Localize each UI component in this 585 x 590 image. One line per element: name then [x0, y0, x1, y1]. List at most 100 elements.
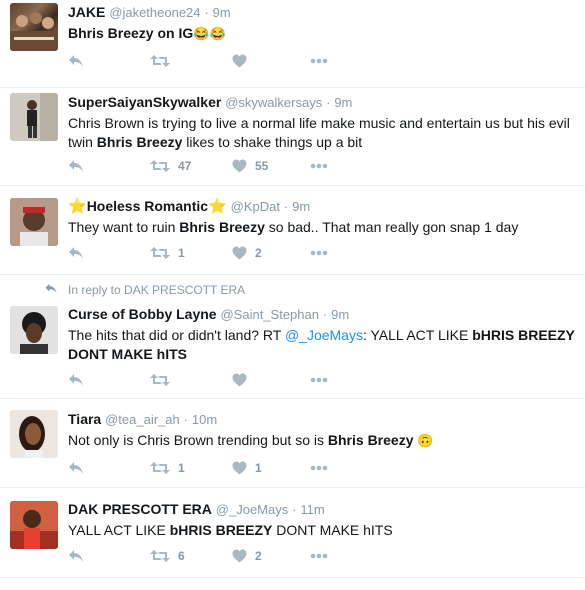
timestamp[interactable]: 9m: [213, 5, 231, 20]
timestamp[interactable]: 9m: [292, 199, 310, 214]
display-name[interactable]: SuperSaiyanSkywalker: [68, 94, 221, 110]
user-handle[interactable]: @skywalkersays: [225, 95, 322, 110]
emoji-text: 🙃: [417, 433, 434, 448]
heart-icon: [232, 54, 247, 68]
heart-icon: [232, 159, 247, 173]
reply-button[interactable]: [68, 52, 92, 70]
like-button[interactable]: 2: [232, 547, 262, 565]
retweet-icon: [150, 549, 170, 563]
tweet-text: YALL ACT LIKE bHRIS BREEZY DONT MAKE hIT…: [68, 521, 575, 540]
tweet[interactable]: ⭐Hoeless Romantic⭐ @KpDat · 9m They want…: [0, 186, 585, 275]
trend-highlight: Bhris Breezy: [327, 432, 414, 448]
user-handle[interactable]: @jaketheone24: [109, 5, 200, 20]
like-button[interactable]: 1: [232, 459, 262, 477]
tweet-feed: JAKE @jaketheone24 · 9m Bhris Breezy on …: [0, 0, 585, 590]
timestamp[interactable]: 9m: [331, 307, 349, 322]
retweet-button[interactable]: 47: [150, 157, 191, 175]
tweet-text-segment: Not only is Chris Brown trending but so …: [68, 432, 328, 448]
tweet-header: Tiara @tea_air_ah · 10m: [68, 410, 575, 429]
retweet-icon: [150, 159, 170, 173]
timestamp[interactable]: 11m: [300, 502, 324, 517]
tweet-text: Not only is Chris Brown trending but so …: [68, 431, 575, 450]
more-button[interactable]: [310, 157, 328, 175]
avatar[interactable]: [10, 306, 58, 354]
more-button[interactable]: [310, 244, 328, 262]
retweet-count: 47: [178, 159, 192, 173]
user-handle[interactable]: @Saint_Stephan: [220, 307, 319, 322]
timestamp[interactable]: 9m: [334, 95, 352, 110]
tweet-text: The hits that did or didn't land? RT @_J…: [68, 326, 575, 364]
retweet-button[interactable]: 6: [150, 547, 185, 565]
star-icon: ⭐: [208, 198, 227, 215]
display-name[interactable]: DAK PRESCOTT ERA: [68, 501, 212, 517]
tweet[interactable]: Tiara @tea_air_ah · 10m Not only is Chri…: [0, 399, 585, 488]
avatar[interactable]: [10, 501, 58, 549]
more-icon: [310, 163, 328, 169]
like-button[interactable]: [232, 52, 255, 70]
avatar[interactable]: [10, 3, 58, 51]
emoji-text: 😂😂: [193, 26, 226, 41]
retweet-icon: [150, 461, 170, 475]
tweet-text-segment: likes to shake things up a bit: [182, 134, 363, 150]
avatar[interactable]: [10, 93, 58, 141]
retweet-count: 6: [178, 549, 185, 563]
tweet[interactable]: DAK PRESCOTT ERA @_JoeMays · 11m YALL AC…: [0, 488, 585, 578]
mention-link[interactable]: @_JoeMays: [285, 327, 363, 343]
tweet-text-segment: The hits that did or didn't land? RT: [68, 327, 285, 343]
reply-button[interactable]: [68, 244, 92, 262]
like-button[interactable]: 2: [232, 244, 262, 262]
separator: ·: [204, 5, 209, 20]
reply-button[interactable]: [68, 459, 92, 477]
retweet-button[interactable]: [150, 52, 178, 70]
retweet-count: 1: [178, 246, 185, 260]
avatar[interactable]: [10, 198, 58, 246]
heart-icon: [232, 549, 247, 563]
display-name[interactable]: Curse of Bobby Layne: [68, 306, 217, 322]
retweet-icon: [150, 54, 170, 68]
user-handle[interactable]: @KpDat: [231, 199, 280, 214]
like-button[interactable]: [232, 371, 255, 389]
tweet-text: Chris Brown is trying to live a normal l…: [68, 114, 575, 152]
more-button[interactable]: [310, 459, 328, 477]
trend-highlight: Bhris Breezy: [68, 25, 154, 41]
reply-button[interactable]: [68, 157, 92, 175]
retweet-button[interactable]: 1: [150, 459, 185, 477]
trend-highlight: bHRIS BREEZY: [169, 522, 273, 538]
separator: ·: [292, 502, 297, 517]
like-button[interactable]: 55: [232, 157, 268, 175]
retweet-button[interactable]: [150, 371, 178, 389]
separator: ·: [283, 199, 289, 214]
timestamp[interactable]: 10m: [192, 412, 217, 427]
tweet-text-segment: They want to ruin: [68, 219, 180, 235]
like-count: 55: [255, 159, 269, 173]
user-handle[interactable]: @_JoeMays: [216, 502, 288, 517]
tweet-text-segment: DONT MAKE hITS: [68, 346, 187, 362]
retweet-count: 1: [178, 461, 185, 475]
tweet-header: Curse of Bobby Layne @Saint_Stephan · 9m: [68, 305, 575, 324]
retweet-button[interactable]: 1: [150, 244, 185, 262]
reply-context[interactable]: In reply to DAK PRESCOTT ERA: [44, 283, 245, 297]
more-button[interactable]: [310, 547, 328, 565]
avatar[interactable]: [10, 410, 58, 458]
display-name[interactable]: Tiara: [68, 411, 101, 427]
trend-highlight: Bhris Breezy: [96, 134, 183, 150]
user-handle[interactable]: @tea_air_ah: [105, 412, 180, 427]
more-button[interactable]: [310, 52, 328, 70]
tweet[interactable]: JAKE @jaketheone24 · 9m Bhris Breezy on …: [0, 0, 585, 88]
reply-button[interactable]: [68, 547, 92, 565]
like-count: 2: [255, 246, 262, 260]
display-name[interactable]: Hoeless Romantic: [87, 198, 208, 214]
reply-icon: [68, 54, 84, 68]
reply-context-text: In reply to DAK PRESCOTT ERA: [68, 283, 246, 297]
heart-icon: [232, 246, 247, 260]
tweet-text-segment: DONT MAKE hITS: [272, 522, 393, 538]
tweet-text: Bhris Breezy on IG😂😂: [68, 24, 575, 43]
trend-highlight: bHRIS BREEZY: [472, 327, 575, 343]
display-name[interactable]: JAKE: [68, 4, 105, 20]
tweet[interactable]: In reply to DAK PRESCOTT ERA Curse of Bo…: [0, 275, 585, 399]
star-icon: ⭐: [68, 198, 87, 215]
reply-button[interactable]: [68, 371, 92, 389]
tweet-text-segment: YALL ACT LIKE: [68, 522, 170, 538]
more-button[interactable]: [310, 371, 328, 389]
tweet[interactable]: SuperSaiyanSkywalker @skywalkersays · 9m…: [0, 88, 585, 186]
